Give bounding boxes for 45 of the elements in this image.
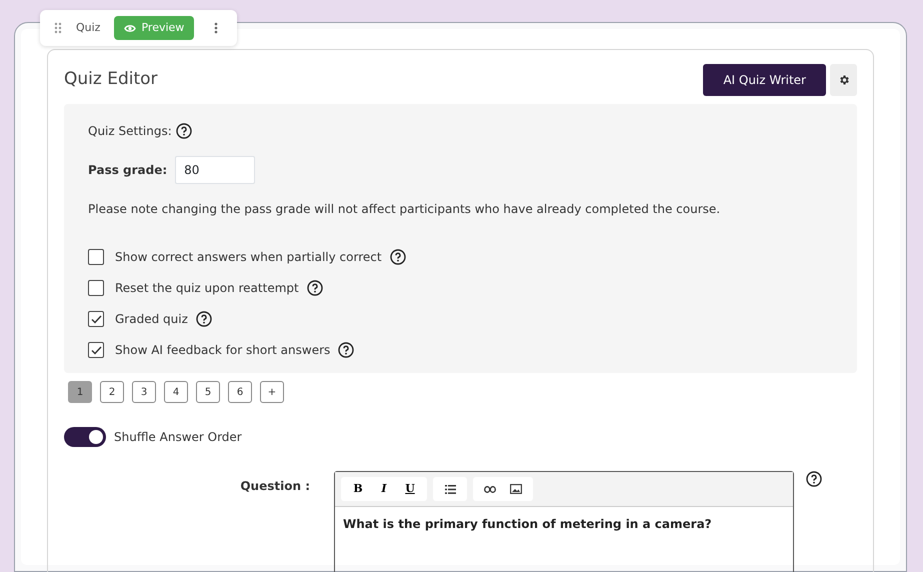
block-label: Quiz [76,20,100,36]
checkbox[interactable] [88,311,104,327]
help-icon[interactable] [390,249,406,265]
help-icon[interactable] [338,342,354,358]
editor-title: Quiz Editor [64,68,158,92]
question-text[interactable]: What is the primary function of metering in a camera? [343,517,712,531]
page-button[interactable]: 6 [228,381,252,403]
check-icon [90,314,102,324]
add-page-button[interactable]: + [260,381,284,403]
page-button[interactable]: 5 [196,381,220,403]
format-button[interactable]: I [371,477,397,501]
help-icon[interactable] [306,280,323,296]
pass-grade-field[interactable]: 80 [175,156,256,184]
list-icon [444,484,456,494]
option-label: Show AI feedback for short answers [115,342,330,359]
settings-heading: Quiz Settings: [88,123,172,140]
page-button[interactable]: 1 [68,381,92,403]
shuffle-label: Shuffle Answer Order [114,429,242,446]
check-icon [90,346,102,354]
option-label: Graded quiz [115,311,188,328]
gear-icon [838,74,850,86]
drag-handle-icon[interactable] [54,22,62,34]
pass-grade-note: Please note changing the pass grade will not affect participants who have already completed the course. [88,201,722,218]
help-icon[interactable] [806,471,822,487]
checkbox[interactable] [88,342,104,358]
more-options-icon[interactable] [214,22,218,34]
page-button[interactable]: 3 [132,381,156,403]
shuffle-toggle[interactable] [64,427,106,447]
eye-icon [124,24,136,32]
help-icon[interactable] [196,311,212,327]
settings-button[interactable] [830,64,857,96]
page-button[interactable]: 2 [100,381,124,403]
checkbox[interactable] [88,249,104,265]
link-icon [484,486,496,492]
checkbox[interactable] [88,280,104,296]
page-button[interactable]: 4 [164,381,188,403]
ai-quiz-writer-button[interactable]: AI Quiz Writer [703,64,826,96]
question-label: Question : [240,479,310,493]
pass-grade-label: Pass grade: [88,162,168,179]
option-label: Show correct answers when partially correct [115,249,382,266]
option-label: Reset the quiz upon reattempt [115,280,299,297]
format-button[interactable]: B [345,477,371,501]
format-button[interactable]: U [397,477,423,501]
help-icon[interactable] [176,123,192,139]
image-icon [510,484,522,494]
